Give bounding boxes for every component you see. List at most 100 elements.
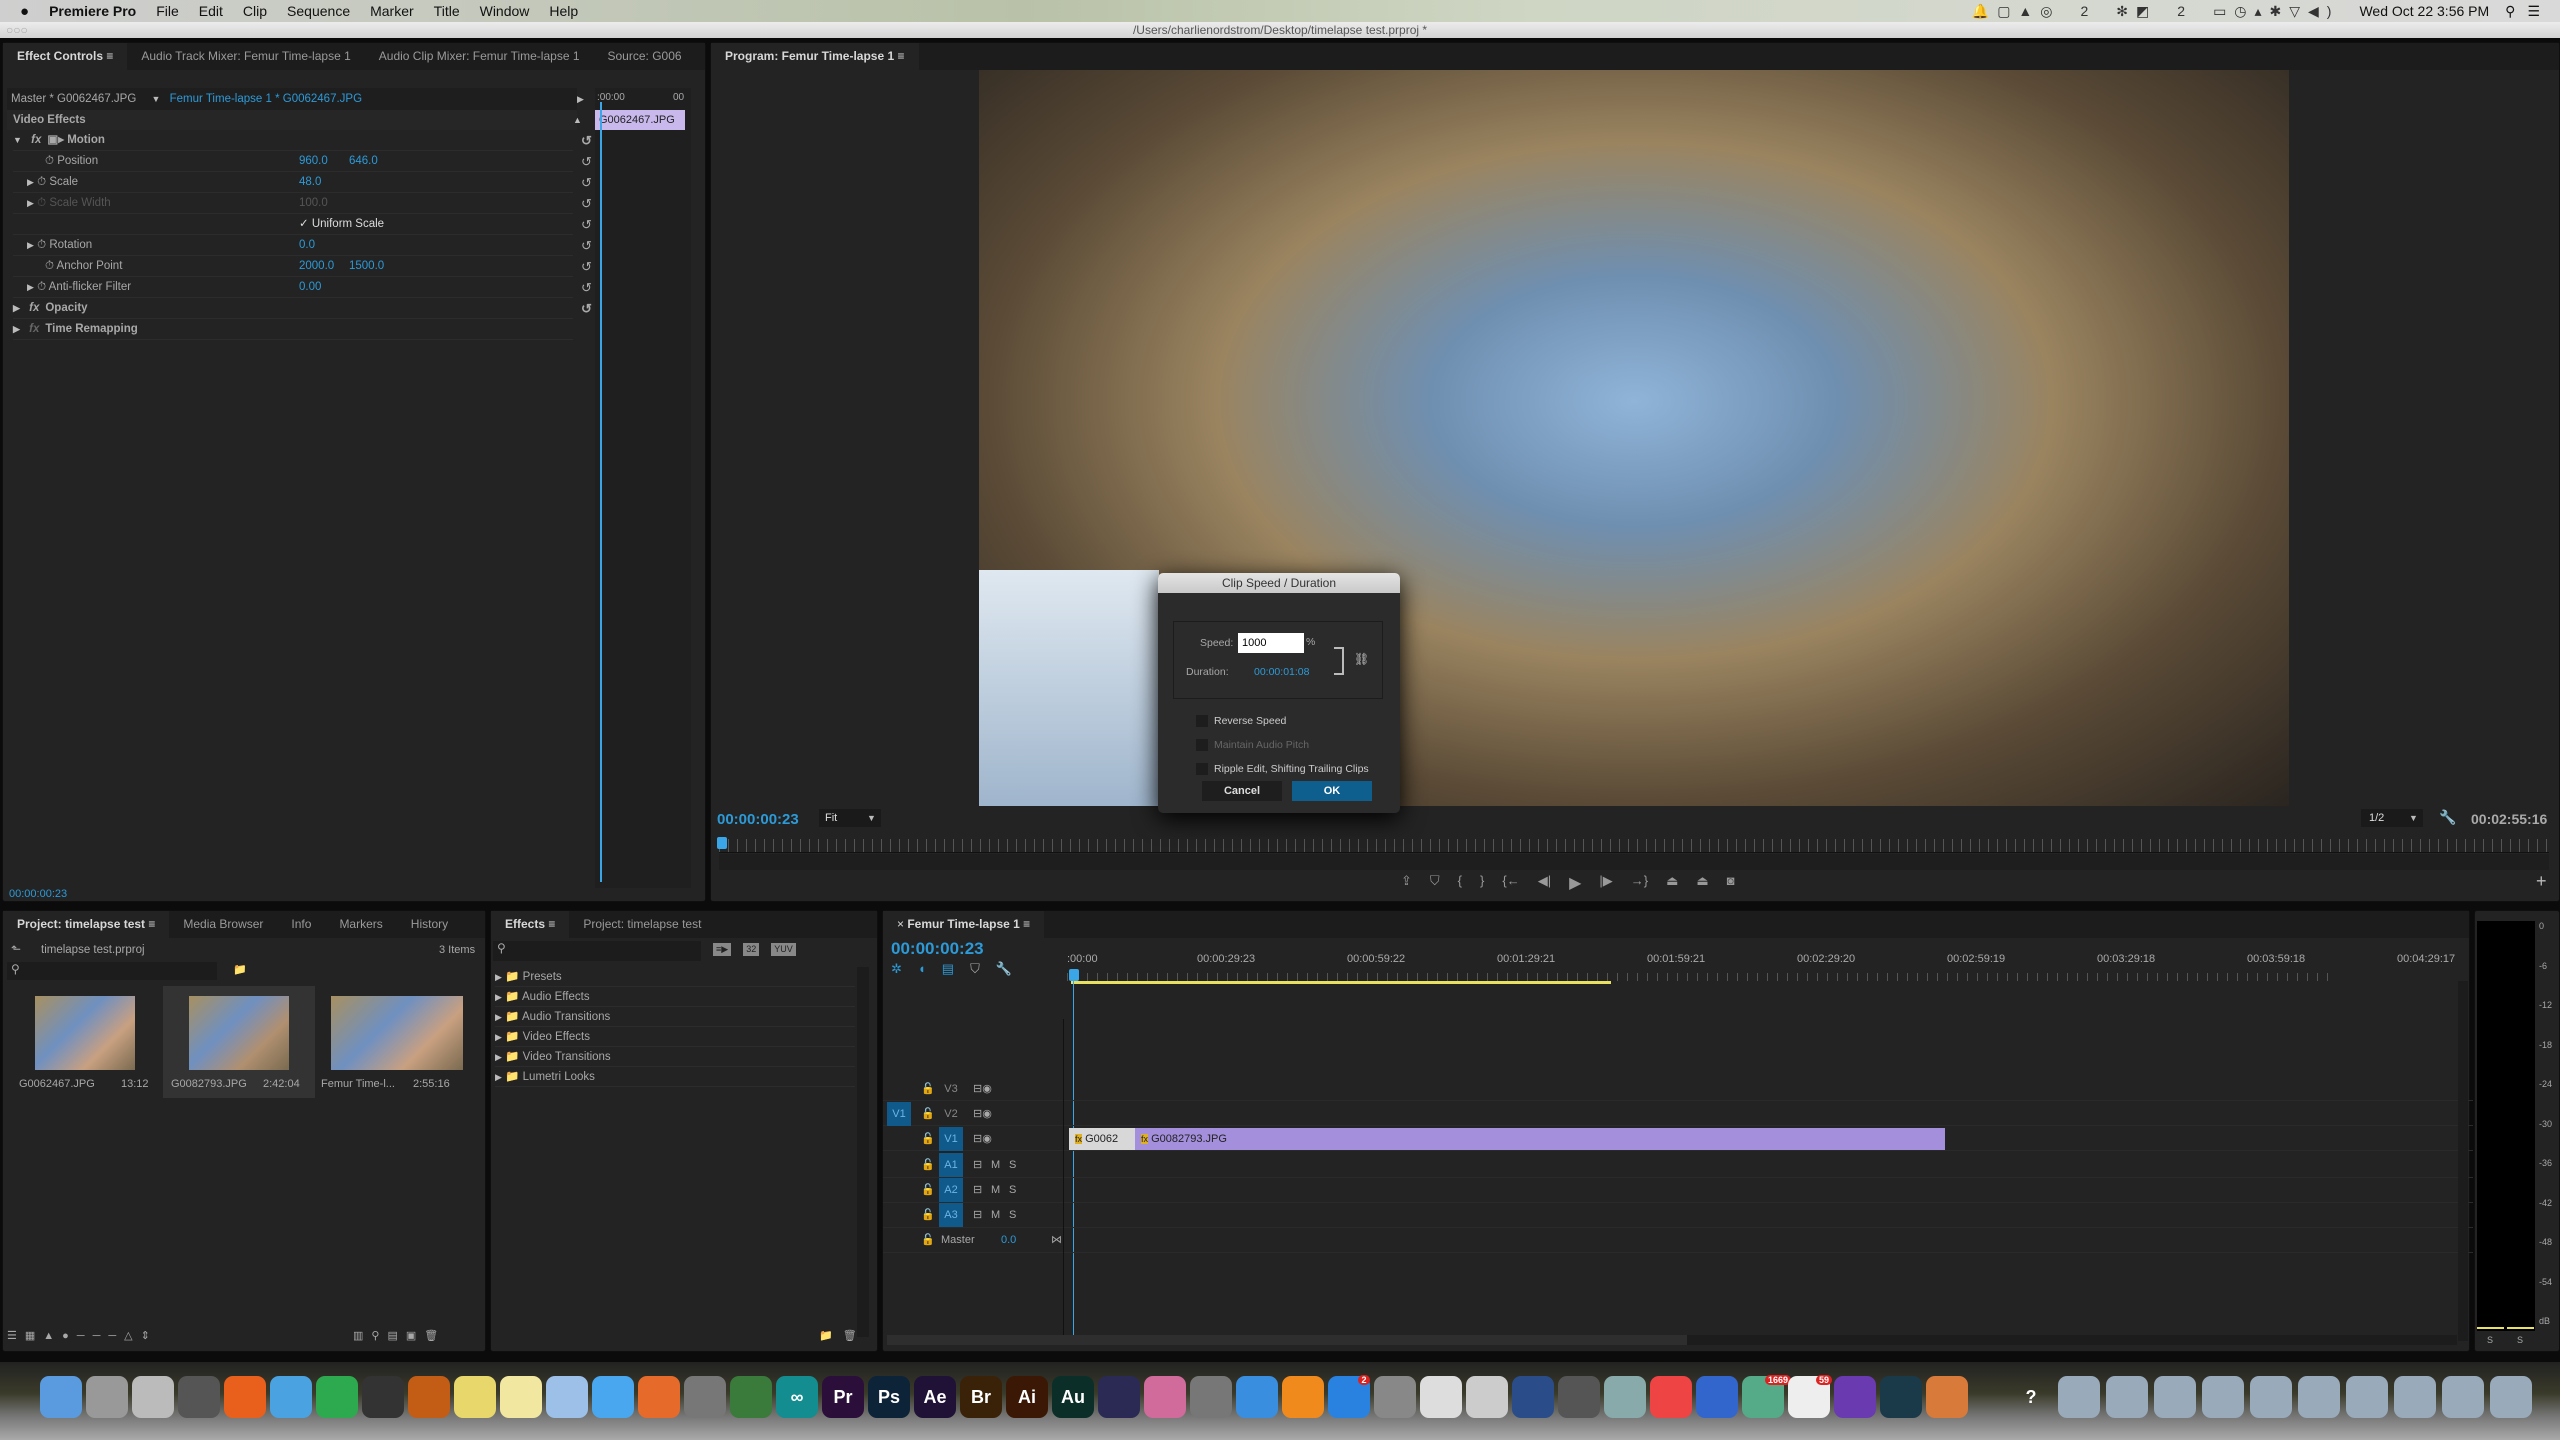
window-controls[interactable]: ○○○ (6, 22, 28, 38)
tab-markers[interactable]: Markers (325, 911, 396, 938)
transmit-icon[interactable] (408, 1376, 450, 1418)
screenshot-icon[interactable] (2394, 1376, 2436, 1418)
photo-booth-icon[interactable] (178, 1376, 220, 1418)
anti-flicker-value[interactable]: 0.00 (299, 277, 321, 298)
davinci-icon[interactable] (1144, 1376, 1186, 1418)
tab-project[interactable]: Project: timelapse test ≡ (3, 911, 170, 938)
reset-icon[interactable]: ↺ (581, 256, 592, 277)
anchor-y[interactable]: 1500.0 (349, 256, 384, 277)
tab-media-browser[interactable]: Media Browser (169, 911, 277, 938)
ok-button[interactable]: OK (1292, 781, 1372, 801)
solo-left-button[interactable]: S (2487, 1335, 2493, 1345)
reset-icon[interactable]: ↺ (581, 172, 592, 193)
flash-icon[interactable] (1926, 1376, 1968, 1418)
arduino-icon[interactable]: ∞ (776, 1376, 818, 1418)
position-x[interactable]: 960.0 (299, 151, 328, 172)
motion-effect-row[interactable]: ▼ fx ▣▸ Motion ↺ (13, 130, 592, 151)
solo-button[interactable]: S (1009, 1153, 1016, 1177)
mark-out-icon[interactable]: } (1480, 873, 1484, 893)
menu-clip[interactable]: Clip (243, 3, 267, 19)
system-preferences-icon[interactable] (1374, 1376, 1416, 1418)
toggle-sync-icon[interactable]: ⊟◉ (973, 1077, 992, 1101)
step-back-icon[interactable]: ◀| (1538, 873, 1551, 893)
project-footer-buttons[interactable]: ▥⚲▤▣🗑 (353, 1329, 446, 1342)
menu-title[interactable]: Title (434, 3, 460, 19)
audition-icon[interactable]: Au (1052, 1376, 1094, 1418)
safari-icon[interactable] (270, 1376, 312, 1418)
iphoto-devices-icon[interactable] (1558, 1376, 1600, 1418)
calendar-icon[interactable]: 59 (1788, 1375, 1833, 1418)
duration-value[interactable]: 00:00:01:08 (1254, 666, 1309, 678)
sequence-clip-label[interactable]: Femur Time-lapse 1 * G0062467.JPG (170, 93, 362, 105)
source-patch-v1[interactable]: V1 (887, 1102, 911, 1126)
expand-icon[interactable]: ▶ (27, 177, 34, 187)
resolution-select[interactable]: 1/2 ▼ (2361, 809, 2423, 827)
mute-button[interactable]: M (991, 1178, 1000, 1202)
creative-cloud-icon[interactable]: ◎ (2040, 3, 2060, 19)
tab-info[interactable]: Info (277, 911, 325, 938)
add-marker-icon[interactable]: ⛉ (1430, 873, 1440, 893)
export-frame-icon[interactable]: ⇪ (1401, 873, 1412, 893)
tab-source[interactable]: Source: G006 (594, 43, 696, 70)
folder-lumetri-looks[interactable]: ▶ 📁 Lumetri Looks (495, 1067, 855, 1087)
reset-icon[interactable]: ↺ (581, 214, 592, 235)
master-clip-label[interactable]: Master * G0062467.JPG (11, 93, 136, 105)
stopwatch-icon[interactable]: ⏱ (45, 260, 54, 272)
imovie-icon[interactable] (1696, 1376, 1738, 1418)
32bit-effects-icon[interactable]: 32 (743, 943, 760, 956)
settings-wrench-icon[interactable]: 🔧 (2439, 809, 2456, 826)
reset-icon[interactable]: ↺ (581, 193, 592, 214)
textedit-icon[interactable] (1420, 1376, 1462, 1418)
up-folder-icon[interactable]: ⬑ (11, 942, 21, 956)
timeline-settings-wrench-icon[interactable]: 🔧 (996, 961, 1012, 977)
globe-icon[interactable] (730, 1376, 772, 1418)
reset-icon[interactable]: ↺ (581, 235, 592, 256)
tab-audio-clip-mixer[interactable]: Audio Clip Mixer: Femur Time-lapse 1 (365, 43, 594, 70)
bittorrent-icon[interactable] (1834, 1376, 1876, 1418)
lock-icon[interactable]: 🔓 (921, 1178, 935, 1202)
google-drive-icon[interactable] (316, 1376, 358, 1418)
scroll-up-icon[interactable]: ▲ (573, 110, 582, 130)
mail-icon[interactable]: 1669 (1742, 1375, 1792, 1418)
master-expand-icon[interactable]: ⋈ (1051, 1228, 1062, 1252)
media-encoder-icon[interactable] (1098, 1376, 1140, 1418)
new-search-bin-icon[interactable]: 📁 (233, 963, 247, 976)
accelerated-effects-icon[interactable]: ≡▶ (713, 943, 732, 956)
cancel-button[interactable]: Cancel (1202, 781, 1282, 801)
work-area-bar[interactable] (1071, 981, 1611, 984)
stopwatch-icon[interactable]: ⏱ (37, 239, 46, 251)
speed-input[interactable] (1238, 633, 1304, 653)
app-orange-icon[interactable] (638, 1376, 680, 1418)
flac-file-icon[interactable] (2106, 1376, 2148, 1418)
extract-icon[interactable]: ⏏ (1696, 873, 1708, 893)
clock[interactable]: Wed Oct 22 3:56 PM (2359, 3, 2489, 19)
notes-icon[interactable] (500, 1376, 542, 1418)
mark-in-icon[interactable]: { (1458, 873, 1462, 893)
timeline-playhead-handle[interactable] (1069, 969, 1079, 981)
add-marker-icon[interactable]: ⛉ (970, 961, 980, 977)
preview-icon[interactable] (546, 1376, 588, 1418)
folder-audio-effects[interactable]: ▶ 📁 Audio Effects (495, 987, 855, 1007)
menu-marker[interactable]: Marker (370, 3, 414, 19)
yuv-effects-icon[interactable]: YUV (771, 943, 796, 956)
zoom-select[interactable]: Fit ▼ (819, 809, 881, 827)
iphoto-icon[interactable] (1604, 1376, 1646, 1418)
effects-footer-buttons[interactable]: 📁🗑 (819, 1329, 867, 1342)
program-ruler[interactable] (719, 839, 2549, 853)
folder-presets[interactable]: ▶ 📁 Presets (495, 967, 855, 987)
adobe-icon[interactable]: ◩ (2136, 3, 2157, 19)
image-capture-icon[interactable] (684, 1376, 726, 1418)
go-to-in-icon[interactable]: {← (1502, 873, 1519, 893)
timeline-horizontal-scrollbar[interactable] (887, 1335, 2457, 1345)
nest-icon[interactable]: ▤ (942, 961, 954, 977)
timeline-vertical-scrollbar[interactable] (2458, 981, 2468, 1341)
screenshot-icon[interactable] (2442, 1376, 2484, 1418)
firefox-icon[interactable] (224, 1376, 266, 1418)
folder-video-transitions[interactable]: ▶ 📁 Video Transitions (495, 1047, 855, 1067)
menu-sequence[interactable]: Sequence (287, 3, 350, 19)
illustrator-icon[interactable]: Ai (1006, 1376, 1048, 1418)
lock-icon[interactable]: 🔓 (921, 1127, 935, 1151)
lift-icon[interactable]: ⏏ (1666, 873, 1678, 893)
reset-icon[interactable]: ↺ (581, 130, 592, 151)
menu-file[interactable]: File (156, 3, 179, 19)
